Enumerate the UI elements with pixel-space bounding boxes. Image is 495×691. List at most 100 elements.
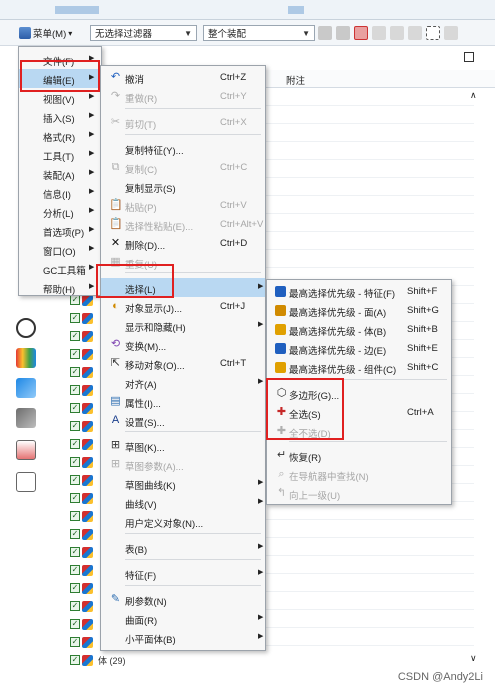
edit-menu-item[interactable]: ✂ 剪切(T) Ctrl+X [101, 113, 265, 132]
transform-icon: ⟲ [110, 338, 121, 350]
submenu-arrow-icon: ▶ [89, 131, 95, 138]
main-menu: 文件(F) ▶ 编辑(E) ▶ 视图(V) ▶ 插入(S) ▶ 格式(R) ▶ 工具(T) ▶ 装配(A… [18, 46, 102, 296]
select-menu-item[interactable]: 最高选择优先级 - 面(A) Shift+G [267, 301, 451, 320]
rectangle-select-icon[interactable] [426, 26, 440, 40]
scroll-up-icon[interactable]: ∧ [470, 90, 477, 101]
paste-special-icon: 📋 [109, 218, 123, 230]
cut-icon: ✂ [110, 116, 121, 128]
copy-icon: ⧉ [111, 161, 120, 173]
snap-point-types-icon[interactable] [354, 26, 368, 40]
main-menu-item[interactable]: 窗口(O) ▶ [19, 240, 101, 259]
select-menu-item[interactable]: ⌕ 在导航器中查找(N) [267, 465, 451, 484]
edit-menu-item[interactable]: 显示和隐藏(H) ▶ [101, 316, 265, 335]
system-materials-icon[interactable] [16, 408, 36, 428]
main-menu-item[interactable]: 格式(R) ▶ [19, 126, 101, 145]
edit-menu-item[interactable]: ⟲ 变换(M)... [101, 335, 265, 354]
main-menu-item[interactable]: 编辑(E) ▶ [19, 69, 101, 88]
edit-menu-item-label: 特征(F) [125, 571, 157, 582]
repeat-icon: ▦ [110, 256, 121, 268]
pick-icon[interactable] [390, 26, 404, 40]
edit-menu-item[interactable]: ↶ 撤消 Ctrl+Z [101, 68, 265, 87]
edit-menu-item[interactable]: ⧉ 复制(C) Ctrl+C [101, 158, 265, 177]
shortcut-label: Ctrl+C [220, 162, 248, 173]
main-menu-item[interactable]: 文件(F) ▶ [19, 50, 101, 69]
chevron-down-icon: ▾ [68, 28, 73, 38]
edit-menu-item[interactable]: ↷ 重做(R) Ctrl+Y [101, 87, 265, 106]
shortcut-label: Ctrl+A [407, 407, 434, 418]
edit-menu-item[interactable]: 曲线(V) ▶ [101, 493, 265, 512]
shortcut-label: Shift+E [407, 343, 438, 354]
edit-menu-item[interactable]: 表(B) ▶ [101, 538, 265, 557]
main-menu-item[interactable]: 插入(S) ▶ [19, 107, 101, 126]
submenu-arrow-icon: ▶ [258, 479, 264, 486]
edit-menu-item[interactable]: 📋 选择性粘贴(E)... Ctrl+Alt+V [101, 215, 265, 234]
filter-icon[interactable] [408, 26, 422, 40]
select-menu-item[interactable]: ↵ 恢复(R) [267, 446, 451, 465]
edit-menu-item[interactable]: ◐ 对象显示(J)... Ctrl+J [101, 297, 265, 316]
edit-menu-item[interactable]: ⇱ 移动对象(O)... Ctrl+T [101, 354, 265, 373]
main-menu-item[interactable]: 工具(T) ▶ [19, 145, 101, 164]
menu-separator [289, 441, 447, 442]
select-submenu: 最高选择优先级 - 特征(F) Shift+F 最高选择优先级 - 面(A) Shif… [266, 279, 452, 505]
submenu-arrow-icon: ▶ [89, 150, 95, 157]
history-icon[interactable] [16, 318, 36, 338]
main-menu-item-label: 帮助(H) [43, 285, 76, 296]
snap-icon[interactable] [318, 26, 332, 40]
snap-point-icon[interactable] [336, 26, 350, 40]
submenu-arrow-icon: ▶ [89, 74, 95, 81]
role-icon[interactable] [16, 378, 36, 398]
edit-menu-item[interactable]: 特征(F) ▶ [101, 564, 265, 583]
main-menu-item[interactable]: 装配(A) ▶ [19, 164, 101, 183]
edit-menu-item[interactable]: 复制特征(Y)... [101, 139, 265, 158]
main-menu-item[interactable]: 视图(V) ▶ [19, 88, 101, 107]
priority-face-icon [275, 305, 286, 316]
select-menu-item[interactable]: ✚ 全不选(D) [267, 422, 451, 441]
edit-menu-item[interactable]: 曲面(R) ▶ [101, 609, 265, 628]
edit-menu-item[interactable]: 📋 粘贴(P) Ctrl+V [101, 196, 265, 215]
color-palette-icon[interactable] [16, 348, 36, 368]
edit-menu-item[interactable]: 对齐(A) ▶ [101, 373, 265, 392]
assembly-scope-dropdown[interactable]: 整个装配 ▼ [203, 25, 315, 41]
edit-menu-item[interactable]: ✕ 删除(D)... Ctrl+D [101, 234, 265, 253]
select-menu-item[interactable]: 最高选择优先级 - 特征(F) Shift+F [267, 282, 451, 301]
menu-button[interactable]: 菜单(M) ▾ [17, 24, 74, 42]
select-menu-item[interactable]: 最高选择优先级 - 组件(C) Shift+C [267, 358, 451, 377]
edit-menu-item[interactable]: 草图曲线(K) ▶ [101, 474, 265, 493]
select-menu-item[interactable]: 最高选择优先级 - 体(B) Shift+B [267, 320, 451, 339]
edit-menu-item[interactable]: ▤ 属性(I)... [101, 392, 265, 411]
edit-menu-item[interactable]: ✎ 刷参数(N) [101, 590, 265, 609]
main-menu-item[interactable]: 首选项(P) ▶ [19, 221, 101, 240]
select-menu-item-label: 最高选择优先级 - 组件(C) [289, 365, 397, 376]
edit-menu-item[interactable]: 选择(L) ▶ [101, 278, 265, 297]
scroll-down-icon[interactable]: ∨ [470, 653, 477, 664]
edit-menu-item[interactable]: ⊞ 草图(K)... [101, 436, 265, 455]
part-navigator-icon[interactable] [16, 472, 36, 492]
settings-icon[interactable] [444, 26, 458, 40]
tree-row-label: 体 (29) [98, 655, 126, 666]
redo-icon: ↷ [110, 90, 121, 102]
cursor-icon[interactable] [372, 26, 386, 40]
edit-menu-item[interactable]: 小平面体(B) ▶ [101, 628, 265, 647]
edit-menu-item[interactable]: A 设置(S)... [101, 411, 265, 430]
edit-menu-item[interactable]: 复制显示(S) [101, 177, 265, 196]
selection-filter-dropdown[interactable]: 无选择过滤器 ▼ [90, 25, 197, 41]
main-menu-item[interactable]: 分析(L) ▶ [19, 202, 101, 221]
main-menu-item-label: 装配(A) [43, 171, 75, 182]
submenu-arrow-icon: ▶ [89, 245, 95, 252]
main-menu-item[interactable]: GC工具箱 ▶ [19, 259, 101, 278]
main-menu-item-label: 信息(I) [43, 190, 71, 201]
select-menu-item[interactable]: 最高选择优先级 - 边(E) Shift+E [267, 339, 451, 358]
main-menu-item[interactable]: 帮助(H) ▶ [19, 278, 101, 297]
reuse-library-icon[interactable] [16, 440, 36, 460]
edit-menu-item[interactable]: 用户定义对象(N)... [101, 512, 265, 531]
select-menu-item[interactable]: ✚ 全选(S) Ctrl+A [267, 403, 451, 422]
pane-maximize-icon[interactable] [464, 52, 474, 62]
select-menu-item[interactable]: ↰ 向上一级(U) [267, 484, 451, 503]
feature-icon [82, 366, 93, 378]
edit-menu-item-label: 移动对象(O)... [125, 361, 185, 372]
select-menu-item[interactable]: ⬡ 多边形(G)... [267, 384, 451, 403]
main-menu-item[interactable]: 信息(I) ▶ [19, 183, 101, 202]
edit-menu-item[interactable]: ▦ 重复(U) [101, 253, 265, 272]
edit-menu-item[interactable]: ⊞ 草图参数(A)... [101, 455, 265, 474]
edit-menu-item-label: 选择(L) [125, 285, 156, 296]
